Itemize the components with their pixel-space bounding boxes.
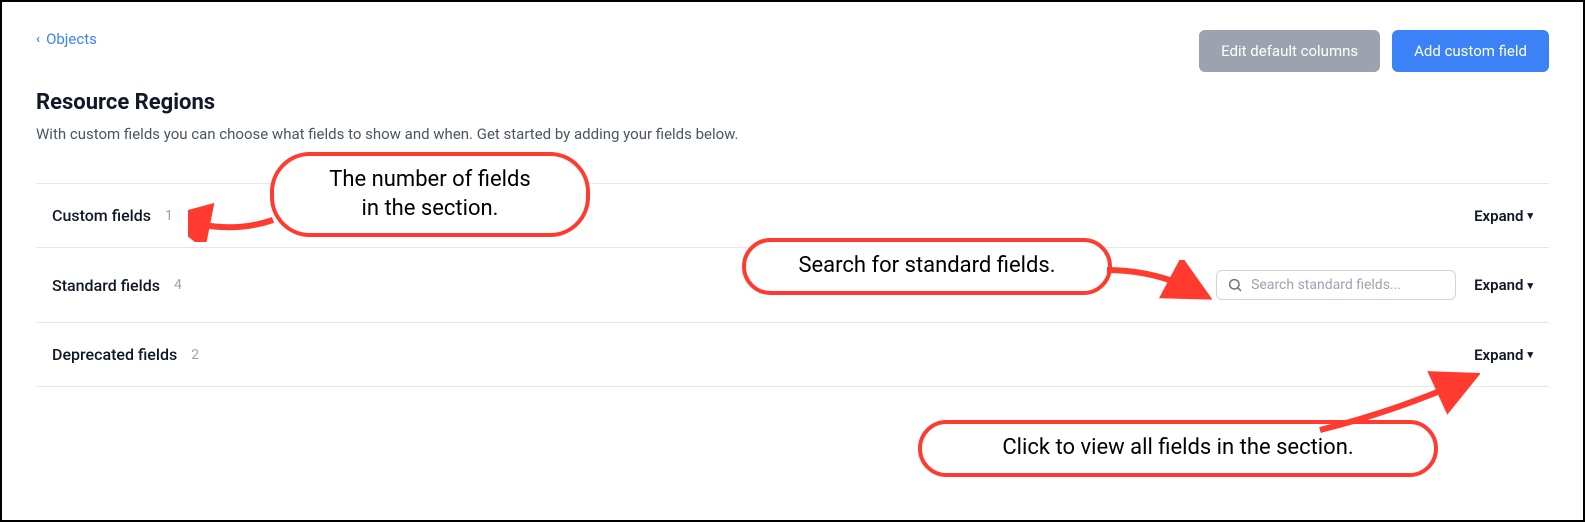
chevron-down-icon: ▾ [1527, 348, 1533, 361]
breadcrumb-back-link[interactable]: ‹ Objects [36, 30, 97, 48]
section-title: Deprecated fields [52, 345, 177, 364]
expand-toggle-custom[interactable]: Expand ▾ [1474, 207, 1533, 225]
expand-label: Expand [1474, 276, 1523, 294]
section-custom-fields: Custom fields 1 Expand ▾ [36, 183, 1549, 247]
annotation-expand-callout: Click to view all fields in the section. [918, 420, 1438, 477]
search-standard-fields-wrap[interactable] [1216, 270, 1456, 300]
section-deprecated-fields: Deprecated fields 2 Expand ▾ [36, 322, 1549, 387]
chevron-down-icon: ▾ [1527, 279, 1533, 292]
search-icon [1227, 277, 1243, 293]
chevron-left-icon: ‹ [36, 32, 40, 47]
section-count: 4 [174, 277, 182, 293]
expand-label: Expand [1474, 346, 1523, 364]
section-count: 1 [165, 208, 173, 224]
add-custom-field-button[interactable]: Add custom field [1392, 30, 1549, 72]
expand-toggle-standard[interactable]: Expand ▾ [1474, 276, 1533, 294]
expand-toggle-deprecated[interactable]: Expand ▾ [1474, 346, 1533, 364]
page-title: Resource Regions [36, 90, 1549, 115]
expand-label: Expand [1474, 207, 1523, 225]
page-subtitle: With custom fields you can choose what f… [36, 125, 1549, 143]
section-count: 2 [191, 347, 199, 363]
breadcrumb-label: Objects [46, 30, 97, 48]
edit-default-columns-button[interactable]: Edit default columns [1199, 30, 1380, 72]
section-title: Standard fields [52, 276, 160, 295]
section-title: Custom fields [52, 206, 151, 225]
section-standard-fields: Standard fields 4 Expand ▾ [36, 247, 1549, 322]
chevron-down-icon: ▾ [1527, 209, 1533, 222]
search-standard-fields-input[interactable] [1251, 277, 1445, 293]
